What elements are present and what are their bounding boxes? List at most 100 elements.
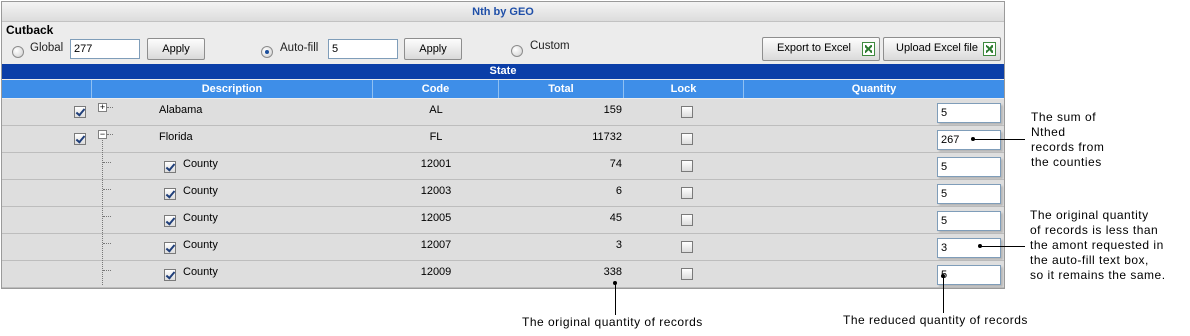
row-total: 159 [603, 104, 622, 116]
tree-connector [103, 216, 111, 217]
column-header-blank [2, 80, 92, 98]
row-total: 6 [615, 185, 622, 197]
cutback-label: Cutback [6, 23, 54, 37]
expand-icon[interactable]: + [98, 103, 107, 112]
row-description: County [183, 212, 218, 224]
annotation-sum: The sum of Nthed records from the counti… [1031, 110, 1104, 170]
collapse-icon[interactable]: − [98, 130, 107, 139]
row-total: 3 [615, 239, 622, 251]
row-code: 12003 [420, 185, 452, 197]
annotation-line: The original quantity [1030, 208, 1149, 222]
row-select-checkbox[interactable] [74, 133, 86, 145]
table-row: County 12003 6 [2, 180, 1004, 207]
row-lock-checkbox[interactable] [681, 133, 693, 145]
row-code: 12007 [420, 239, 452, 251]
row-select-checkbox[interactable] [164, 242, 176, 254]
annotation-dot [971, 137, 975, 141]
row-select-checkbox[interactable] [164, 215, 176, 227]
tree-connector [102, 140, 103, 285]
row-description: Alabama [159, 104, 203, 116]
row-description: County [183, 158, 218, 170]
state-group-header: State [2, 64, 1004, 79]
row-quantity-input[interactable] [937, 211, 1001, 231]
tree-connector [103, 189, 111, 190]
annotation-line: The sum of [1031, 110, 1097, 124]
row-lock-checkbox[interactable] [681, 187, 693, 199]
row-quantity-input[interactable] [937, 184, 1001, 204]
annotation-line: of records is less than [1030, 223, 1159, 237]
column-header-quantity[interactable]: Quantity [744, 80, 1004, 98]
global-input[interactable] [70, 39, 140, 59]
nth-by-geo-panel: Nth by GEO Cutback Global Apply Auto-fil… [1, 1, 1005, 289]
annotation-pointer-reduced-quantity [943, 276, 944, 313]
global-radio[interactable] [12, 46, 24, 58]
row-total: 11732 [592, 131, 622, 143]
global-apply-button[interactable]: Apply [147, 38, 205, 60]
annotation-original-quantity: The original quantity of records [522, 315, 703, 329]
table-row: County 12005 45 [2, 207, 1004, 234]
row-lock-checkbox[interactable] [681, 160, 693, 172]
row-code: 12009 [420, 266, 452, 278]
row-lock-checkbox[interactable] [681, 241, 693, 253]
row-description: County [183, 185, 218, 197]
column-header-description[interactable]: Description [92, 80, 373, 98]
row-quantity-input[interactable] [937, 157, 1001, 177]
autofill-radio[interactable] [261, 46, 273, 58]
row-select-checkbox[interactable] [164, 269, 176, 281]
table-row: County 12001 74 [2, 153, 1004, 180]
row-total: 338 [603, 266, 622, 278]
tree-connector [103, 243, 111, 244]
annotation-pointer-original-less [980, 246, 1025, 247]
export-to-excel-label: Export to Excel [777, 42, 851, 54]
annotation-dot [613, 281, 617, 285]
row-total: 74 [609, 158, 622, 170]
row-quantity-input[interactable] [937, 103, 1001, 123]
row-code: AL [429, 104, 443, 116]
tree-connector [103, 270, 111, 271]
autofill-input[interactable] [328, 39, 398, 59]
column-header-lock[interactable]: Lock [624, 80, 744, 98]
custom-label: Custom [530, 40, 570, 52]
table-row: + Alabama AL 159 [2, 99, 1004, 126]
annotation-dot [941, 274, 945, 278]
row-select-checkbox[interactable] [164, 188, 176, 200]
annotation-line: the counties [1031, 155, 1102, 169]
annotation-pointer-original-quantity [615, 283, 616, 315]
annotation-original-less: The original quantity of records is less… [1030, 208, 1166, 283]
row-quantity-input[interactable] [937, 265, 1001, 285]
autofill-apply-button[interactable]: Apply [404, 38, 462, 60]
row-description: Florida [159, 131, 193, 143]
row-lock-checkbox[interactable] [681, 106, 693, 118]
annotation-line: records from [1031, 140, 1105, 154]
annotation-reduced-quantity: The reduced quantity of records [843, 313, 1028, 327]
annotation-dot [978, 244, 982, 248]
export-to-excel-button[interactable]: Export to Excel [762, 37, 880, 61]
annotation-line: the auto-fill text box, [1030, 253, 1149, 267]
row-select-checkbox[interactable] [164, 161, 176, 173]
custom-radio[interactable] [511, 45, 523, 57]
global-label: Global [30, 42, 64, 54]
tree-connector [103, 162, 111, 163]
upload-excel-file-label: Upload Excel file [896, 42, 978, 54]
excel-icon [862, 42, 875, 56]
row-description: County [183, 266, 218, 278]
row-lock-checkbox[interactable] [681, 268, 693, 280]
column-header-total[interactable]: Total [499, 80, 624, 98]
annotation-line: so it remains the same. [1030, 268, 1166, 282]
row-code: FL [429, 131, 443, 143]
row-total: 45 [609, 212, 622, 224]
row-code: 12001 [420, 158, 452, 170]
row-select-checkbox[interactable] [74, 106, 86, 118]
row-quantity-input[interactable] [937, 130, 1001, 150]
annotation-line: Nthed [1031, 125, 1066, 139]
table-row: − Florida FL 11732 [2, 126, 1004, 153]
column-header-code[interactable]: Code [373, 80, 499, 98]
excel-icon [983, 42, 996, 56]
row-quantity-input[interactable] [937, 238, 1001, 258]
annotation-line: the amont requested in [1030, 238, 1164, 252]
panel-title: Nth by GEO [2, 2, 1004, 22]
row-lock-checkbox[interactable] [681, 214, 693, 226]
upload-excel-file-button[interactable]: Upload Excel file [883, 37, 1001, 61]
table-row: County 12009 338 [2, 261, 1004, 288]
table-row: County 12007 3 [2, 234, 1004, 261]
